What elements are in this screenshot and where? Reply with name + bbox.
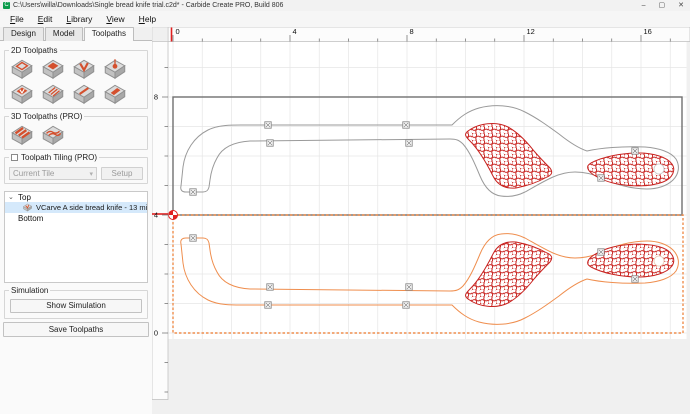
toolpath-node-marker[interactable] — [597, 174, 605, 182]
tree-group-bottom[interactable]: Bottom — [5, 213, 147, 223]
tree-group-top[interactable]: ⌄ Top — [5, 192, 147, 202]
current-tile-value: Current Tile — [13, 169, 55, 178]
ruler-corner — [152, 27, 169, 42]
chevron-down-icon: ▾ — [89, 170, 93, 178]
toolpath-node-marker[interactable] — [405, 283, 413, 291]
contour-toolpath-icon[interactable] — [9, 58, 35, 80]
engrave-toolpath-icon[interactable] — [71, 83, 97, 105]
toolpath-node-marker[interactable] — [264, 301, 272, 309]
finish-3d-toolpath-icon[interactable] — [40, 124, 66, 146]
ruler-v-label: 4 — [154, 211, 158, 220]
vertical-ruler: 8 4 0 — [152, 41, 169, 400]
toolpath-node-marker[interactable] — [189, 234, 197, 242]
simulation-label: Simulation — [9, 286, 51, 295]
drill-toolpath-icon[interactable] — [102, 58, 128, 80]
menu-bar: File Edit Library View Help — [0, 11, 690, 27]
show-simulation-button[interactable]: Show Simulation — [10, 299, 142, 313]
toolpath-node-marker[interactable] — [264, 121, 272, 129]
toolpath-tiling-label: Toolpath Tiling (PRO) — [21, 153, 98, 162]
menu-edit[interactable]: Edit — [31, 12, 60, 26]
tree-group-bottom-label: Bottom — [18, 213, 44, 223]
group-2d-toolpaths: 2D Toolpaths — [4, 46, 148, 109]
tab-model[interactable]: Model — [44, 27, 83, 41]
ruler-h-label: 16 — [644, 27, 652, 36]
maximize-icon[interactable]: ▢ — [659, 1, 666, 11]
pocket-toolpath-icon[interactable] — [40, 58, 66, 80]
2d-toolpath-icon-grid — [9, 58, 143, 105]
lanyard-hole-b — [653, 255, 665, 267]
menu-library[interactable]: Library — [59, 12, 99, 26]
texture-toolpath-icon[interactable] — [40, 83, 66, 105]
current-tile-select[interactable]: Current Tile ▾ — [9, 167, 97, 180]
ruler-h-label: 4 — [293, 27, 297, 36]
window-title: C:\Users\willa\Downloads\Single bread kn… — [13, 2, 284, 9]
toolpath-node-marker[interactable] — [405, 139, 413, 147]
tree-item-vcarve[interactable]: VCarve A side bread knife - 13 minutes — [5, 202, 147, 213]
design-canvas-viewport[interactable]: 0 4 8 12 16 8 4 0 — [152, 27, 690, 414]
panel-tabs: Design Model Toolpaths — [0, 27, 152, 41]
menu-help[interactable]: Help — [132, 12, 163, 26]
toolpath-node-marker[interactable] — [597, 248, 605, 256]
toolpath-node-marker[interactable] — [402, 121, 410, 129]
minimize-icon[interactable]: – — [642, 1, 646, 11]
toolpath-node-marker[interactable] — [189, 188, 197, 196]
drawing-area — [168, 41, 687, 339]
rough-3d-toolpath-icon[interactable] — [9, 124, 35, 146]
toolpath-sidebar: Design Model Toolpaths 2D Toolpaths 3D T… — [0, 27, 152, 414]
tab-design[interactable]: Design — [3, 27, 44, 41]
save-toolpaths-button[interactable]: Save Toolpaths — [3, 322, 149, 337]
setup-button[interactable]: Setup — [101, 167, 143, 180]
group-3d-toolpaths-label: 3D Toolpaths (PRO) — [9, 112, 85, 121]
vcarve-toolpath-icon[interactable] — [71, 58, 97, 80]
job-origin-marker — [168, 210, 178, 220]
tree-group-top-label: Top — [18, 192, 31, 202]
group-toolpath-tiling: Toolpath Tiling (PRO) Current Tile ▾ Set… — [4, 153, 148, 184]
group-simulation: Simulation Show Simulation — [4, 286, 148, 319]
app-logo-icon: C — [3, 2, 10, 9]
advanced-vcarve-toolpath-icon[interactable] — [9, 83, 35, 105]
menu-file[interactable]: File — [3, 12, 31, 26]
chevron-expand-icon[interactable]: ⌄ — [8, 193, 15, 201]
lanyard-hole-a — [653, 163, 665, 175]
toolpath-node-marker[interactable] — [402, 301, 410, 309]
menu-view[interactable]: View — [99, 12, 131, 26]
ruler-h-label: 12 — [527, 27, 535, 36]
horizontal-ruler: 0 4 8 12 16 — [167, 27, 690, 42]
canvas-svg[interactable]: 0 4 8 12 16 8 4 0 — [152, 27, 690, 414]
toolpath-node-marker[interactable] — [631, 275, 639, 283]
group-3d-toolpaths: 3D Toolpaths (PRO) — [4, 112, 148, 150]
close-icon[interactable]: ✕ — [678, 1, 684, 11]
toolpaths-panel: 2D Toolpaths 3D Toolpaths (PRO) Toolpath… — [0, 40, 152, 414]
toolpath-node-marker[interactable] — [266, 139, 274, 147]
carbide-create-window: { "window": { "title": "C:\\Users\\willa… — [0, 0, 690, 414]
toolpath-node-marker[interactable] — [631, 147, 639, 155]
ruler-h-label: 8 — [410, 27, 414, 36]
title-bar: C C:\Users\willa\Downloads\Single bread … — [0, 0, 690, 11]
toolpath-tiling-checkbox[interactable] — [11, 154, 18, 161]
slot-toolpath-icon[interactable] — [102, 83, 128, 105]
toolpath-node-marker[interactable] — [266, 283, 274, 291]
ruler-v-label: 8 — [154, 93, 158, 102]
3d-toolpath-icon-grid — [9, 124, 143, 146]
ruler-h-label: 0 — [176, 27, 180, 36]
group-2d-toolpaths-label: 2D Toolpaths — [9, 46, 60, 55]
vcarve-toolpath-icon — [23, 203, 32, 212]
tree-item-vcarve-label: VCarve A side bread knife - 13 minutes — [36, 203, 148, 212]
tab-toolpaths[interactable]: Toolpaths — [83, 27, 134, 41]
toolpath-tree: ⌄ Top VCarve A side bread knife - 13 min… — [4, 191, 148, 283]
ruler-v-label: 0 — [154, 329, 158, 338]
